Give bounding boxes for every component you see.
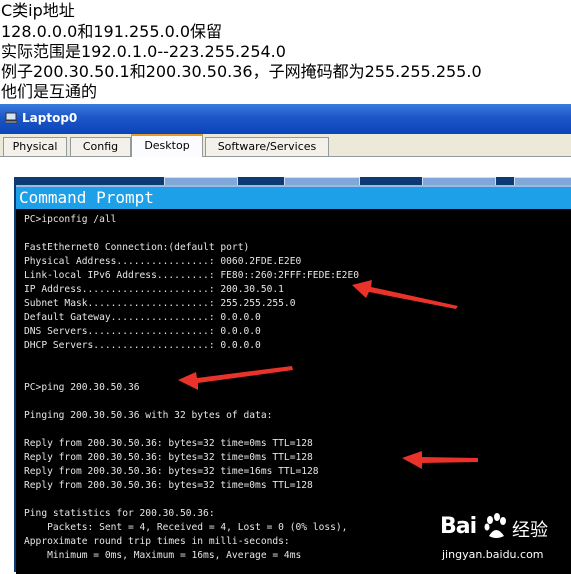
paw-icon [484,513,506,538]
tab-desktop[interactable]: Desktop [131,134,203,158]
watermark-brand: Bai [440,514,477,539]
console-line: Ping statistics for 200.30.50.36: [24,508,215,519]
tab-software-services[interactable]: Software/Services [205,137,329,156]
command-prompt-titlebar[interactable]: Command Prompt [16,187,571,209]
note-line: 他们是互通的 [1,82,98,101]
console-line: DHCP Servers....................: 0.0.0.… [24,340,261,351]
console-line: Physical Address................: 0060.2… [24,256,302,267]
window-titlebar[interactable]: Laptop0 [0,104,571,134]
laptop-icon [4,112,18,124]
console-line: Pinging 200.30.50.36 with 32 bytes of da… [24,410,273,421]
console-line: Subnet Mask.....................: 255.25… [24,298,296,309]
watermark-url: jingyan.baidu.com [442,548,544,561]
console-line: Approximate round trip times in milli-se… [24,536,290,547]
console-line: PC>ipconfig /all [24,214,117,225]
note-line: 128.0.0.0和191.255.0.0保留 [1,22,223,41]
console-line: Reply from 200.30.50.36: bytes=32 time=0… [24,452,313,463]
tab-physical[interactable]: Physical [3,137,67,156]
command-prompt-title: Command Prompt [19,188,154,207]
tab-strip: Physical Config Desktop Software/Service… [0,134,571,158]
console-line: Link-local IPv6 Address.........: FE80::… [24,270,360,281]
console-line: FastEthernet0 Connection:(default port) [24,242,250,253]
console-line: DNS Servers.....................: 0.0.0.… [24,326,261,337]
notes-area: C类ip地址 128.0.0.0和191.255.0.0保留 实际范围是192.… [0,0,571,104]
note-line: C类ip地址 [1,1,75,20]
window-title: Laptop0 [22,111,78,125]
console-line: Reply from 200.30.50.36: bytes=32 time=0… [24,480,313,491]
console-line: Default Gateway.................: 0.0.0.… [24,312,261,323]
console-line: IP Address......................: 200.30… [24,284,284,295]
tab-config[interactable]: Config [70,137,131,156]
baidu-watermark: Bai 经验 jingyan.baidu.com [440,508,566,568]
console-line: Packets: Sent = 4, Received = 4, Lost = … [24,522,348,533]
note-line: 实际范围是192.0.1.0--223.255.254.0 [1,42,286,61]
console-line: Reply from 200.30.50.36: bytes=32 time=0… [24,438,313,449]
console-line: Reply from 200.30.50.36: bytes=32 time=1… [24,466,319,477]
watermark-suffix: 经验 [512,520,548,541]
console-line: Minimum = 0ms, Maximum = 16ms, Average =… [24,550,302,561]
note-line: 例子200.30.50.1和200.30.50.36，子网掩码都为255.255… [1,62,482,81]
console-line: PC>ping 200.30.50.36 [24,382,140,393]
laptop-window: Laptop0 Physical Config Desktop Software… [0,104,571,574]
